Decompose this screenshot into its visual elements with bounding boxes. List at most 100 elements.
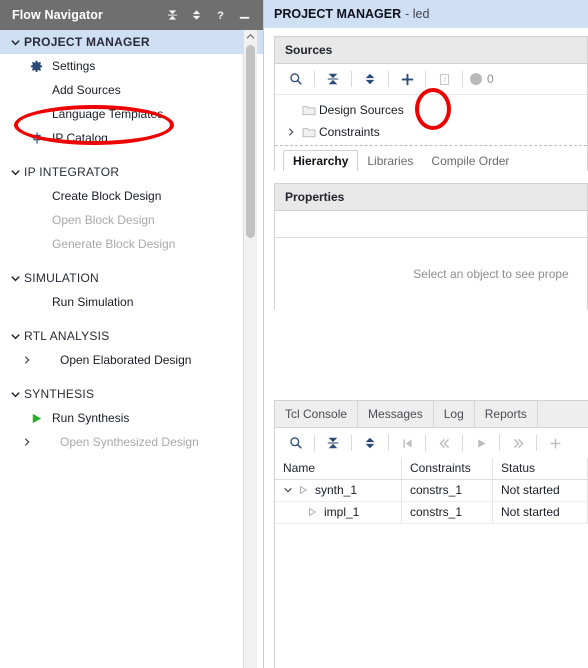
sources-panel: Sources ? 0 Design Sources Constraints H… bbox=[274, 36, 588, 171]
tab-libraries[interactable]: Libraries bbox=[358, 151, 422, 171]
collapse-all-icon[interactable] bbox=[320, 67, 346, 91]
column-header-status[interactable]: Status bbox=[492, 458, 588, 480]
column-header-constraints[interactable]: Constraints bbox=[401, 458, 493, 480]
help-icon[interactable]: ? bbox=[214, 8, 227, 22]
sidebar-scrollbar[interactable] bbox=[243, 30, 257, 668]
folder-icon bbox=[299, 104, 319, 116]
sidebar-item-run-simulation[interactable]: Run Simulation bbox=[0, 290, 263, 314]
expand-collapse-icon[interactable] bbox=[357, 431, 383, 455]
sidebar-item-open-synthesized-design: Open Synthesized Design bbox=[0, 430, 263, 454]
sidebar-item-settings[interactable]: Settings bbox=[0, 54, 263, 78]
console-toolbar bbox=[275, 428, 588, 458]
chevron-down-icon[interactable] bbox=[283, 485, 298, 495]
table-row[interactable]: impl_1 constrs_1 Not started bbox=[275, 501, 588, 524]
sources-toolbar: ? 0 bbox=[275, 64, 587, 95]
console-tabs: Tcl Console Messages Log Reports bbox=[275, 401, 588, 428]
toolbar-separator bbox=[499, 435, 500, 451]
sidebar-section-simulation[interactable]: SIMULATION bbox=[0, 266, 263, 290]
chevron-right-icon[interactable] bbox=[22, 355, 38, 365]
run-name-impl-1: impl_1 bbox=[283, 505, 401, 519]
sidebar-section-ip-integrator[interactable]: IP INTEGRATOR bbox=[0, 160, 263, 184]
tree-item-design-sources[interactable]: Design Sources bbox=[275, 99, 587, 121]
properties-panel-title: Properties bbox=[275, 184, 587, 211]
flow-navigator-pane: Flow Navigator ? PROJECT MANAGER Setting… bbox=[0, 0, 264, 668]
sidebar-item-label: Run Synthesis bbox=[52, 411, 130, 425]
sidebar-section-project-manager[interactable]: PROJECT MANAGER bbox=[0, 30, 263, 54]
collapse-all-icon[interactable] bbox=[166, 8, 179, 22]
tab-tcl-console[interactable]: Tcl Console bbox=[275, 401, 359, 427]
toolbar-separator bbox=[536, 435, 537, 451]
sidebar-item-create-block-design[interactable]: Create Block Design bbox=[0, 184, 263, 208]
chevron-right-icon[interactable] bbox=[283, 127, 299, 137]
add-sources-plus-icon[interactable] bbox=[394, 67, 420, 91]
tab-log[interactable]: Log bbox=[434, 401, 475, 427]
first-icon bbox=[394, 431, 420, 455]
sidebar-section-label: SYNTHESIS bbox=[24, 387, 95, 401]
search-icon[interactable] bbox=[283, 431, 309, 455]
cell-name: impl_1 bbox=[275, 501, 402, 524]
table-row[interactable]: synth_1 constrs_1 Not started bbox=[275, 479, 588, 502]
tab-messages[interactable]: Messages bbox=[358, 401, 434, 427]
tree-item-label: Design Sources bbox=[319, 103, 404, 117]
sidebar-item-run-synthesis[interactable]: Run Synthesis bbox=[0, 406, 263, 430]
gear-icon bbox=[30, 60, 50, 73]
sources-tabs: Hierarchy Libraries Compile Order bbox=[275, 145, 587, 171]
sidebar-item-label: Add Sources bbox=[52, 83, 121, 97]
tab-hierarchy[interactable]: Hierarchy bbox=[283, 150, 359, 171]
search-icon[interactable] bbox=[283, 67, 309, 91]
sidebar-item-label: Open Elaborated Design bbox=[60, 353, 192, 367]
flow-navigator-body: PROJECT MANAGER Settings Add Sources Lan… bbox=[0, 30, 263, 668]
project-name: - led bbox=[405, 7, 430, 21]
expand-collapse-icon[interactable] bbox=[357, 67, 383, 91]
scrollbar-thumb[interactable] bbox=[246, 45, 255, 238]
badge-dot-icon bbox=[470, 73, 482, 85]
scroll-up-icon[interactable] bbox=[244, 30, 257, 43]
toolbar-separator bbox=[425, 435, 426, 451]
play-outline-icon[interactable] bbox=[307, 507, 324, 517]
sidebar-item-add-sources[interactable]: Add Sources bbox=[0, 78, 263, 102]
svg-text:?: ? bbox=[442, 76, 446, 83]
cell-constraints: constrs_1 bbox=[401, 479, 493, 502]
toolbar-separator bbox=[314, 71, 315, 87]
sidebar-section-label: SIMULATION bbox=[24, 271, 99, 285]
sidebar-item-open-elaborated-design[interactable]: Open Elaborated Design bbox=[0, 348, 263, 372]
add-icon bbox=[542, 431, 568, 455]
column-header-name[interactable]: Name bbox=[275, 458, 402, 480]
sidebar-item-ip-catalog[interactable]: IP Catalog bbox=[0, 126, 263, 150]
project-manager-bar: PROJECT MANAGER - led bbox=[264, 0, 588, 28]
svg-text:?: ? bbox=[217, 10, 224, 22]
tree-item-constraints[interactable]: Constraints bbox=[275, 121, 587, 143]
toolbar-separator bbox=[351, 71, 352, 87]
chevron-down-icon bbox=[10, 37, 24, 48]
collapse-all-icon[interactable] bbox=[320, 431, 346, 455]
toolbar-separator bbox=[351, 435, 352, 451]
sources-panel-title: Sources bbox=[275, 37, 587, 64]
badge-count: 0 bbox=[487, 72, 494, 86]
tab-compile-order[interactable]: Compile Order bbox=[422, 151, 518, 171]
play-outline-icon[interactable] bbox=[298, 485, 315, 495]
chevron-down-icon bbox=[10, 331, 24, 342]
sidebar-section-synthesis[interactable]: SYNTHESIS bbox=[0, 382, 263, 406]
ip-catalog-icon bbox=[30, 131, 50, 145]
cell-status: Not started bbox=[492, 501, 588, 524]
chevron-down-icon bbox=[10, 273, 24, 284]
toolbar-separator bbox=[462, 71, 463, 87]
sidebar-item-label: Open Synthesized Design bbox=[60, 435, 199, 449]
sidebar-section-label: RTL ANALYSIS bbox=[24, 329, 110, 343]
toolbar-separator bbox=[314, 435, 315, 451]
folder-icon bbox=[299, 126, 319, 138]
tab-reports[interactable]: Reports bbox=[475, 401, 538, 427]
minimize-icon[interactable] bbox=[238, 8, 251, 22]
sidebar-item-language-templates[interactable]: Language Templates bbox=[0, 102, 263, 126]
run-name-label: impl_1 bbox=[324, 505, 360, 519]
run-name-label: synth_1 bbox=[315, 483, 358, 497]
expand-collapse-icon[interactable] bbox=[190, 8, 203, 22]
sidebar-item-label: Open Block Design bbox=[52, 213, 155, 227]
vivado-window: Flow Navigator ? PROJECT MANAGER Setting… bbox=[0, 0, 588, 668]
properties-empty-message: Select an object to see prope bbox=[275, 238, 587, 310]
chevron-right-icon[interactable] bbox=[22, 437, 38, 447]
sidebar-item-label: Generate Block Design bbox=[52, 237, 176, 251]
sidebar-section-rtl-analysis[interactable]: RTL ANALYSIS bbox=[0, 324, 263, 348]
